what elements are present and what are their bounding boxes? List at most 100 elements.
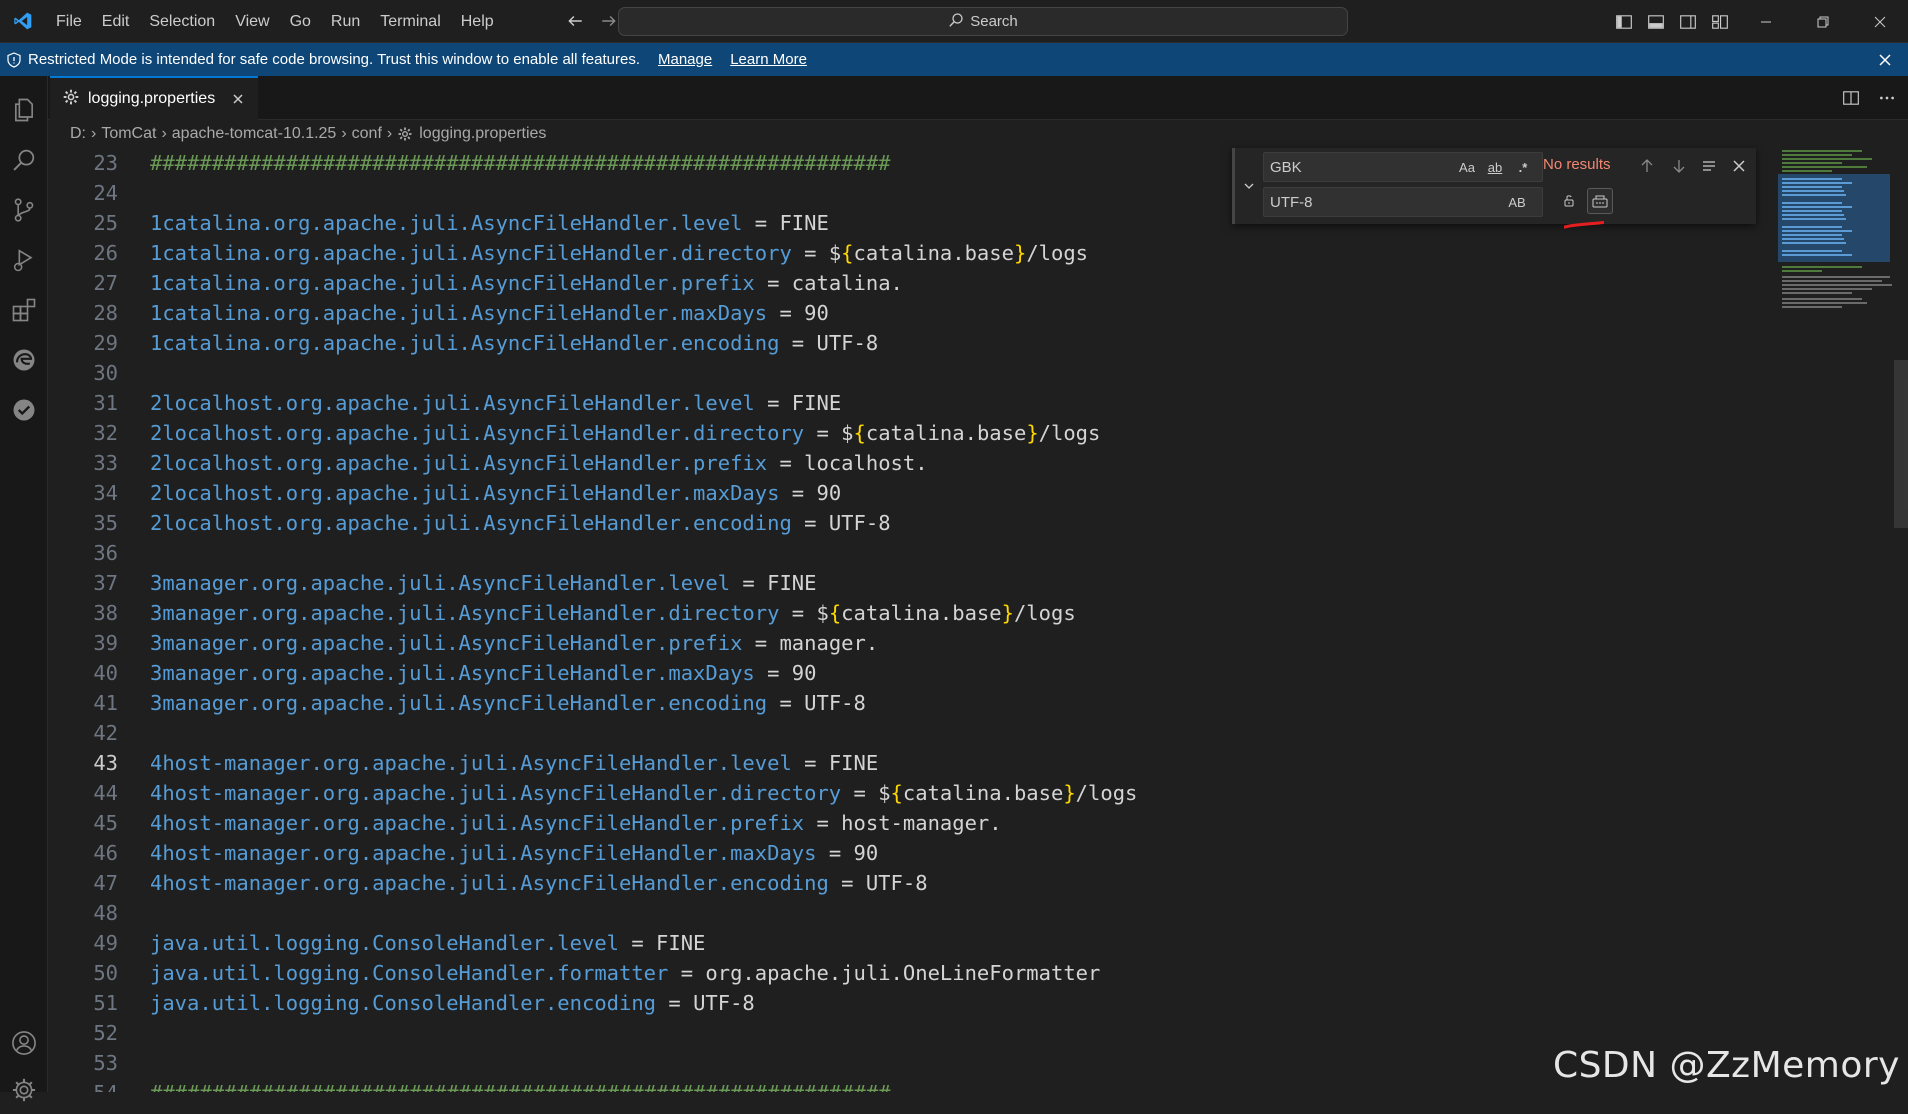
chevron-right-icon: › xyxy=(91,125,97,142)
token: java.util.logging.ConsoleHandler.level xyxy=(150,931,619,955)
line-number: 48 xyxy=(93,901,118,925)
token: catalina.base xyxy=(853,241,1014,265)
breadcrumb-item-tomcat[interactable]: TomCat xyxy=(101,125,156,143)
match-whole-word-icon[interactable]: ab xyxy=(1482,157,1508,177)
menu-go[interactable]: Go xyxy=(280,0,321,43)
testing-icon[interactable] xyxy=(0,386,48,434)
line-number: 40 xyxy=(93,661,118,685)
token: 90 xyxy=(816,481,842,505)
tab-logging-properties[interactable]: logging.properties xyxy=(50,76,258,120)
minimap[interactable] xyxy=(1778,148,1896,448)
breadcrumb-item-drive[interactable]: D: xyxy=(70,125,86,143)
learn-more-link[interactable]: Learn More xyxy=(730,51,807,68)
line-text: ########################################… xyxy=(150,1078,891,1092)
settings-gear-icon[interactable] xyxy=(0,1066,48,1114)
token: localhost. xyxy=(804,451,928,475)
token: { xyxy=(841,241,854,265)
token: = xyxy=(791,511,829,535)
line-text: 1catalina.org.apache.juli.AsyncFileHandl… xyxy=(150,208,829,238)
breadcrumb-item-conf[interactable]: conf xyxy=(352,125,382,143)
token: = xyxy=(767,691,805,715)
settings-file-icon xyxy=(397,126,413,142)
replace-all-icon[interactable] xyxy=(1587,188,1613,214)
token: { xyxy=(890,781,903,805)
menu-selection[interactable]: Selection xyxy=(139,0,225,43)
line-text: 2localhost.org.apache.juli.AsyncFileHand… xyxy=(150,388,841,418)
token: 2localhost.org.apache.juli.AsyncFileHand… xyxy=(150,421,805,445)
match-case-icon[interactable]: Aa xyxy=(1456,157,1478,177)
close-tab-icon[interactable] xyxy=(231,92,245,106)
code-editor[interactable]: 23 ######################################… xyxy=(48,148,1908,1092)
customize-layout-icon[interactable] xyxy=(1704,5,1736,39)
restore-icon[interactable] xyxy=(1794,0,1851,43)
token: catalina.base xyxy=(902,781,1064,805)
toggle-replace-chevron-icon[interactable] xyxy=(1239,172,1259,200)
preserve-case-icon[interactable]: AB xyxy=(1504,192,1530,212)
use-regex-icon[interactable]: .* xyxy=(1512,157,1534,177)
find-status: No results xyxy=(1543,156,1611,173)
menu-edit[interactable]: Edit xyxy=(92,0,140,43)
run-debug-icon[interactable] xyxy=(0,236,48,284)
line-text: ########################################… xyxy=(150,148,891,178)
previous-match-icon[interactable] xyxy=(1635,154,1659,178)
token: org.apache.juli.OneLineFormatter xyxy=(705,961,1101,985)
token: manager. xyxy=(779,631,879,655)
source-control-icon[interactable] xyxy=(0,186,48,234)
token: 4host-manager.org.apache.juli.AsyncFileH… xyxy=(150,841,817,865)
line-number: 53 xyxy=(93,1051,118,1075)
menu-view[interactable]: View xyxy=(225,0,279,43)
token: = xyxy=(742,211,780,235)
menu-terminal[interactable]: Terminal xyxy=(370,0,450,43)
line-number: 30 xyxy=(93,361,118,385)
search-icon[interactable] xyxy=(0,136,48,184)
token: 1catalina.org.apache.juli.AsyncFileHandl… xyxy=(150,241,792,265)
token: catalina.base xyxy=(865,421,1027,445)
line-number: 28 xyxy=(93,301,118,325)
token: 3manager.org.apache.juli.AsyncFileHandle… xyxy=(150,661,755,685)
menu-run[interactable]: Run xyxy=(321,0,370,43)
replace-input[interactable] xyxy=(1270,193,1440,211)
breadcrumb-item-file[interactable]: logging.properties xyxy=(419,125,546,143)
files-icon[interactable] xyxy=(0,86,48,134)
breadcrumb-item-apache-tomcat[interactable]: apache-tomcat-10.1.25 xyxy=(172,125,337,143)
close-window-icon[interactable] xyxy=(1851,0,1908,43)
vertical-scrollbar[interactable] xyxy=(1894,148,1908,1092)
menu-file[interactable]: File xyxy=(46,0,92,43)
token: = xyxy=(779,481,817,505)
next-match-icon[interactable] xyxy=(1667,154,1691,178)
token: = xyxy=(767,451,805,475)
chevron-right-icon: › xyxy=(386,125,393,142)
find-input[interactable] xyxy=(1270,158,1440,176)
annotation-underline xyxy=(1564,221,1604,229)
toggle-panel-icon[interactable] xyxy=(1640,5,1672,39)
token: = xyxy=(619,931,657,955)
more-actions-icon[interactable] xyxy=(1874,85,1900,111)
token: $ xyxy=(878,781,891,805)
settings-file-icon xyxy=(62,88,80,111)
menu-help[interactable]: Help xyxy=(451,0,504,43)
go-back-icon[interactable] xyxy=(558,4,592,38)
toggle-primary-sidebar-icon[interactable] xyxy=(1608,5,1640,39)
close-find-icon[interactable] xyxy=(1727,154,1751,178)
find-in-selection-icon[interactable] xyxy=(1697,154,1721,178)
token: 4host-manager.org.apache.juli.AsyncFileH… xyxy=(150,781,842,805)
scrollbar-thumb[interactable] xyxy=(1894,360,1908,528)
toggle-secondary-sidebar-icon[interactable] xyxy=(1672,5,1704,39)
minimize-icon[interactable] xyxy=(1737,0,1794,43)
manage-link[interactable]: Manage xyxy=(658,51,712,68)
accounts-icon[interactable] xyxy=(0,1019,48,1067)
token: = xyxy=(656,991,694,1015)
replace-icon[interactable] xyxy=(1557,188,1581,212)
token: = xyxy=(791,751,829,775)
command-center-search[interactable]: Search xyxy=(618,7,1348,36)
split-editor-icon[interactable] xyxy=(1838,85,1864,111)
token: = xyxy=(791,241,829,265)
line-number: 23 xyxy=(93,151,118,175)
close-banner-icon[interactable] xyxy=(1874,49,1896,71)
edge-devtools-icon[interactable] xyxy=(0,336,48,384)
token: $ xyxy=(816,601,829,625)
line-number: 35 xyxy=(93,511,118,535)
token: } xyxy=(1001,601,1014,625)
extensions-icon[interactable] xyxy=(0,286,48,334)
token: = xyxy=(730,571,768,595)
